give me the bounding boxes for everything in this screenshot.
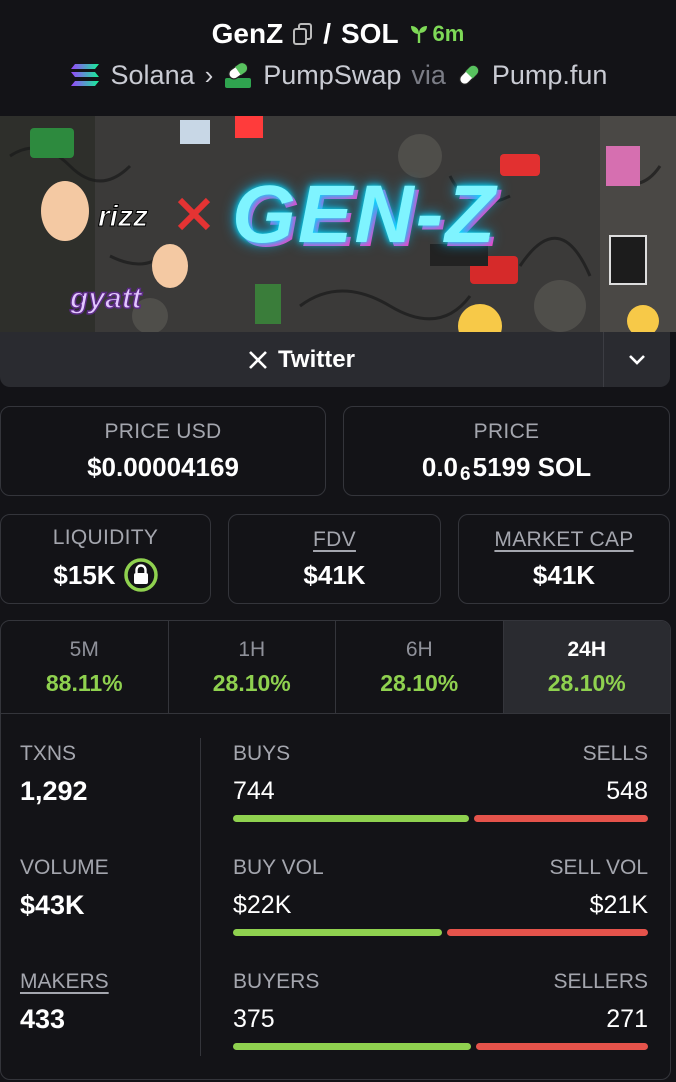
fdv-label[interactable]: FDV xyxy=(313,528,356,552)
price-usd-value: $0.00004169 xyxy=(87,451,239,482)
market-cap-label[interactable]: MARKET CAP xyxy=(494,528,633,552)
chevron-down-icon xyxy=(629,354,645,365)
price-change: 28.10% xyxy=(380,669,459,696)
buys-value: 744 xyxy=(233,777,275,805)
tab-label: 6H xyxy=(405,637,433,661)
period-tabs: 5M 88.11% 1H 28.10% 6H 28.10% 24H 28.10% xyxy=(1,621,670,714)
pair-separator: / xyxy=(323,18,331,49)
tab-label: 24H xyxy=(567,637,607,661)
sell-vol-value: $21K xyxy=(589,891,648,919)
buys-label: BUYS xyxy=(233,742,291,765)
txns-label: TXNS xyxy=(20,742,77,765)
buy-vol-bar xyxy=(233,929,442,936)
pair-title: GenZ / SOL 6m xyxy=(0,14,676,54)
sells-bar xyxy=(474,815,648,822)
pill-icon xyxy=(459,65,479,85)
trading-stats-panel: 5M 88.11% 1H 28.10% 6H 28.10% 24H 28.10% xyxy=(0,620,671,1080)
price-native-value: 0.0 6 5199 SOL xyxy=(421,451,592,486)
token-symbol: GenZ xyxy=(211,18,284,49)
lock-icon[interactable] xyxy=(123,558,158,592)
sellers-value: 271 xyxy=(606,1005,648,1033)
launchpad-link[interactable]: Pump.fun xyxy=(492,60,608,91)
buy-vol-label: BUY VOL xyxy=(233,856,324,879)
makers-value: 433 xyxy=(20,1004,66,1034)
price-change: 88.11% xyxy=(45,669,123,696)
banner-neon-title: GEN-Z xyxy=(232,169,498,260)
x-logo-icon xyxy=(249,350,267,369)
buys-bar xyxy=(233,815,469,822)
solana-icon xyxy=(70,64,99,86)
sellers-bar xyxy=(476,1043,648,1050)
chevron-right-icon: › xyxy=(204,59,214,90)
price-usd-card: PRICE USD $0.00004169 xyxy=(0,406,326,496)
tab-6h[interactable]: 6H 28.10% xyxy=(336,621,504,713)
volume-label: VOLUME xyxy=(20,856,109,879)
pumpswap-icon xyxy=(225,62,252,88)
fdv-card: FDV $41K xyxy=(228,514,441,604)
social-expand-button[interactable] xyxy=(603,332,670,387)
twitter-link[interactable]: Twitter xyxy=(0,332,603,387)
volume-value: $43K xyxy=(20,890,85,920)
breadcrumb: Solana › PumpSwap via Pump.fun xyxy=(0,56,676,94)
tab-1h[interactable]: 1H 28.10% xyxy=(169,621,336,713)
sells-value: 548 xyxy=(606,777,648,805)
copy-icon[interactable] xyxy=(293,23,313,45)
buyers-value: 375 xyxy=(233,1005,275,1033)
sellers-label: SELLERS xyxy=(553,970,648,993)
via-text: via xyxy=(411,59,446,90)
dex-link[interactable]: PumpSwap xyxy=(263,60,401,91)
seedling-icon xyxy=(410,26,427,43)
market-cap-value: $41K xyxy=(532,559,596,590)
liquidity-value-row: $15K xyxy=(53,558,158,592)
liquidity-label: LIQUIDITY xyxy=(52,526,159,549)
price-native-suffix: 5199 SOL xyxy=(472,451,592,482)
sell-vol-label: SELL VOL xyxy=(549,856,648,879)
price-usd-label: PRICE USD xyxy=(104,419,222,443)
market-cap-card: MARKET CAP $41K xyxy=(458,514,670,604)
price-native-card: PRICE 0.0 6 5199 SOL xyxy=(343,406,670,496)
svg-text:gyatt: gyatt xyxy=(69,282,144,315)
pair-age: 6m xyxy=(432,21,465,46)
liquidity-card: LIQUIDITY $15K xyxy=(0,514,211,604)
twitter-label: Twitter xyxy=(278,345,355,373)
sells-label: SELLS xyxy=(582,742,648,765)
makers-label[interactable]: MAKERS xyxy=(20,970,109,994)
price-change: 28.10% xyxy=(212,669,291,696)
tab-label: 5M xyxy=(69,637,99,661)
buy-vol-value: $22K xyxy=(233,891,292,919)
buyers-label: BUYERS xyxy=(233,970,320,993)
price-native-label: PRICE xyxy=(473,419,540,443)
stats-divider xyxy=(200,738,201,1056)
tab-label: 1H xyxy=(238,637,266,661)
price-change: 28.10% xyxy=(547,669,626,696)
svg-text:rizz: rizz xyxy=(98,200,148,233)
token-banner-image: rizz gyatt GEN-Z xyxy=(0,116,676,332)
sell-vol-bar xyxy=(447,929,648,936)
price-native-prefix: 0.0 xyxy=(421,451,459,482)
price-native-zero-count: 6 xyxy=(460,464,471,485)
chain-link[interactable]: Solana xyxy=(111,60,195,91)
social-links-bar: Twitter xyxy=(0,332,670,387)
pair-age-badge: 6m xyxy=(409,21,465,47)
liquidity-value: $15K xyxy=(53,559,116,590)
fdv-value: $41K xyxy=(303,559,366,590)
buyers-bar xyxy=(233,1043,471,1050)
tab-5m[interactable]: 5M 88.11% xyxy=(1,621,169,713)
quote-symbol: SOL xyxy=(340,18,399,49)
tab-24h[interactable]: 24H 28.10% xyxy=(503,621,670,713)
txns-value: 1,292 xyxy=(20,776,88,806)
